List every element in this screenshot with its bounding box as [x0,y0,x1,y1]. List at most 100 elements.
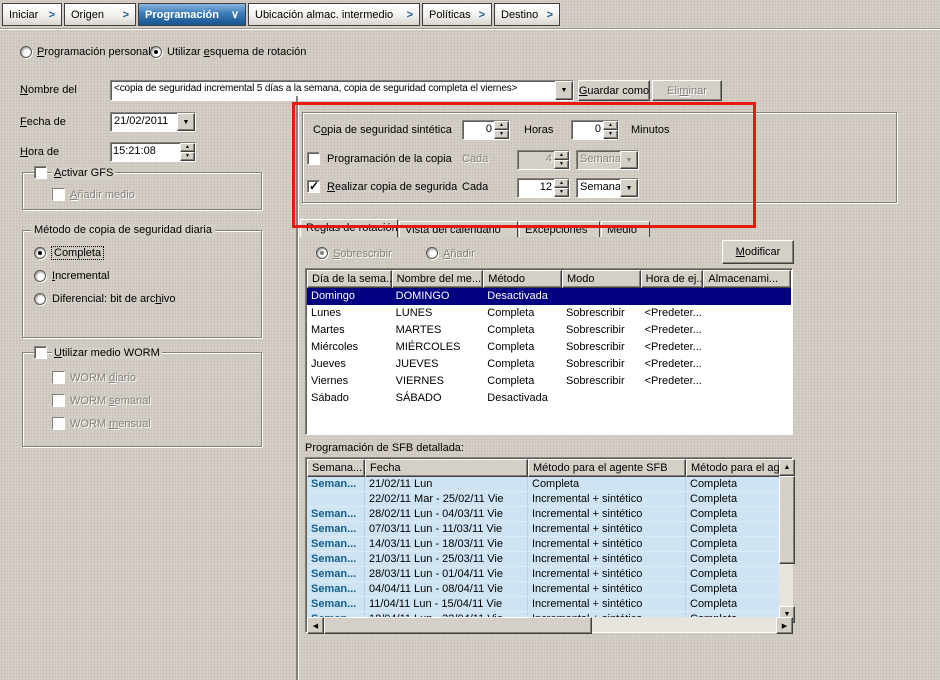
spin-up-icon[interactable]: ▲ [603,121,618,130]
table-row[interactable]: 22/02/11 Mar - 25/02/11 VieIncremental +… [307,492,779,507]
radio-completa-label[interactable]: Completa [52,247,103,259]
wizard-tab-programacion[interactable]: Programación ∨ [138,3,246,26]
combo-dropdown-icon[interactable]: ▼ [555,81,573,100]
table-row[interactable]: DomingoDOMINGODesactivada [307,288,791,305]
column-header[interactable]: Método para el ag [686,459,779,477]
spin-down-icon[interactable]: ▼ [554,188,569,197]
spin-up-icon[interactable]: ▲ [554,151,569,160]
column-header[interactable]: Almacenami... [703,270,791,288]
unidad-combobox[interactable]: Semana/s ▼ [576,178,639,198]
wizard-tab-ubicacion[interactable]: Ubicación almac. intermedio > [248,3,420,26]
table-row[interactable]: Seman...07/03/11 Lun - 11/03/11 VieIncre… [307,522,779,537]
anadir-medio-checkbox[interactable] [52,188,65,201]
radio-diferencial-label[interactable]: Diferencial: bit de archivo [52,293,176,305]
radio-completa[interactable] [34,247,46,259]
horizontal-scrollbar[interactable]: ◀ ▶ [307,617,793,632]
spin-down-icon[interactable]: ▼ [603,130,618,139]
panel-divider [296,96,298,680]
guardar-como-button[interactable]: Guardar como [578,80,650,101]
tab-medio[interactable]: Medio [601,221,650,237]
column-header[interactable]: Método para el agente SFB [528,459,686,477]
table-row[interactable]: Seman...28/02/11 Lun - 04/03/11 VieIncre… [307,507,779,522]
radio-sobrescribir-label: Sobrescribir [333,248,392,260]
eliminar-button[interactable]: Eliminar [652,80,722,101]
activar-gfs-checkbox[interactable] [34,166,47,179]
wizard-tab-politicas[interactable]: Políticas > [422,3,492,26]
scroll-left-icon[interactable]: ◀ [307,617,324,634]
minutos-spinner[interactable]: 0 ▲▼ [571,120,619,140]
scrollbar-track[interactable] [592,617,776,632]
horas-spinner[interactable]: 0 ▲▼ [462,120,510,140]
radio-utilizar-esquema-rotacion-label[interactable]: Utilizar esquema de rotación [167,46,306,58]
cada-spinner-disabled[interactable]: 4 ▲▼ [517,150,570,170]
spin-up-icon[interactable]: ▲ [180,143,195,152]
unidad-combobox-disabled[interactable]: Semana/s ▼ [576,150,639,170]
worm-diario-checkbox[interactable] [52,371,65,384]
spin-up-icon[interactable]: ▲ [554,179,569,188]
worm-semanal-checkbox[interactable] [52,394,65,407]
tab-reglas-de-rotacion[interactable]: Reglas de rotación [300,219,398,237]
spin-down-icon[interactable]: ▼ [494,130,509,139]
table-row[interactable]: Seman...28/03/11 Lun - 01/04/11 VieIncre… [307,567,779,582]
scrollbar-track[interactable] [779,564,793,606]
radio-utilizar-esquema-rotacion[interactable] [150,46,162,58]
scheme-name-combobox[interactable]: <copia de seguridad incremental 5 días a… [110,80,574,101]
column-header[interactable]: Día de la sema... [307,270,392,288]
radio-incremental-label[interactable]: Incremental [52,270,109,282]
cada-spinner[interactable]: 12 ▲▼ [517,178,570,198]
scrollbar-thumb[interactable] [779,476,795,564]
spin-up-icon[interactable]: ▲ [494,121,509,130]
spin-down-icon[interactable]: ▼ [554,160,569,169]
programacion-copia-checkbox[interactable] [307,152,320,165]
tab-label: Programación [145,9,219,21]
table-row[interactable]: JuevesJUEVESCompletaSobrescribir<Predete… [307,356,791,373]
table-row[interactable]: ViernesVIERNESCompletaSobrescribir<Prede… [307,373,791,390]
spin-down-icon[interactable]: ▼ [180,152,195,161]
radio-programacion-personalizada[interactable] [20,46,32,58]
table-row[interactable]: Seman...21/02/11 LunCompletaCompleta [307,477,779,492]
utilizar-worm-checkbox[interactable] [34,346,47,359]
combo-dropdown-icon[interactable]: ▼ [620,151,638,169]
tab-vista-del-calendario[interactable]: Vista del calendario [399,221,518,237]
table-row[interactable]: Seman...04/04/11 Lun - 08/04/11 VieIncre… [307,582,779,597]
column-header[interactable]: Fecha [365,459,528,477]
table-row[interactable]: LunesLUNESCompletaSobrescribir<Predeter.… [307,305,791,322]
scrollbar-thumb[interactable] [324,617,592,634]
column-header[interactable]: Método [483,270,562,288]
programacion-copia-label[interactable]: Programación de la copia [327,153,457,165]
wizard-tab-origen[interactable]: Origen > [64,3,136,26]
wizard-tab-iniciar[interactable]: Iniciar > [2,3,62,26]
table-row[interactable]: Seman...21/03/11 Lun - 25/03/11 VieIncre… [307,552,779,567]
utilizar-worm-label[interactable]: Utilizar medio WORM [52,347,162,359]
combo-dropdown-icon[interactable]: ▼ [177,113,195,131]
scroll-right-icon[interactable]: ▶ [776,617,793,634]
radio-diferencial[interactable] [34,293,46,305]
fecha-combobox[interactable]: 21/02/2011 ▼ [110,112,196,132]
column-header[interactable]: Hora de ej... [641,270,704,288]
column-header[interactable]: Nombre del me... [392,270,484,288]
modificar-button[interactable]: Modificar [722,240,794,264]
table-row[interactable]: Seman...11/04/11 Lun - 15/04/11 VieIncre… [307,597,779,612]
table-row[interactable]: SábadoSÁBADODesactivada [307,390,791,407]
vertical-scrollbar[interactable]: ▲ ▼ [779,459,793,617]
radio-programacion-personalizada-label[interactable]: Programación personaliz [37,46,159,58]
table-row[interactable]: MartesMARTESCompletaSobrescribir<Predete… [307,322,791,339]
worm-mensual-checkbox[interactable] [52,417,65,430]
radio-anadir[interactable] [426,247,438,259]
activar-gfs-label[interactable]: Activar GFS [52,167,115,179]
combo-dropdown-icon[interactable]: ▼ [620,179,638,197]
radio-sobrescribir[interactable] [316,247,328,259]
unidad-value-disabled: Semana/s [577,151,620,169]
hora-spinner[interactable]: 15:21:08 ▲▼ [110,142,196,162]
table-row[interactable]: Seman...14/03/11 Lun - 18/03/11 VieIncre… [307,537,779,552]
column-header[interactable]: Modo [562,270,641,288]
realizar-copia-checkbox[interactable] [307,180,320,193]
radio-incremental[interactable] [34,270,46,282]
column-header[interactable]: Semana... [307,459,365,477]
table-row[interactable]: MiércolesMIÉRCOLESCompletaSobrescribir<P… [307,339,791,356]
realizar-copia-label[interactable]: Realizar copia de segurida [327,181,457,193]
wizard-tab-destino[interactable]: Destino > [494,3,560,26]
tab-excepciones[interactable]: Excepciones [519,221,600,237]
scroll-up-icon[interactable]: ▲ [779,459,795,476]
worm-mensual-label: WORM mensual [70,418,151,430]
